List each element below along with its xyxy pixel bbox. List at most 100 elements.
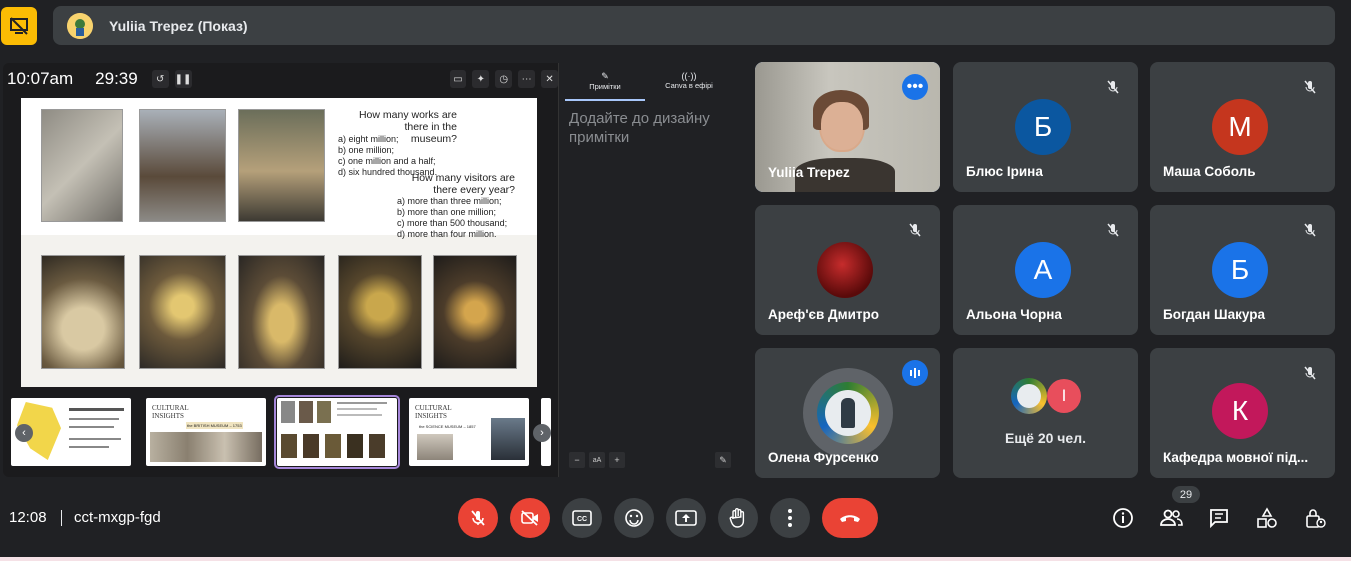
shapes-icon xyxy=(1257,507,1277,528)
broadcast-icon: ((·)) xyxy=(681,71,697,81)
svg-text:CC: CC xyxy=(577,516,587,523)
chat-button[interactable] xyxy=(1206,505,1232,531)
captions-icon: CC xyxy=(572,510,592,526)
chevron-left-icon[interactable]: ‹ xyxy=(15,424,33,442)
presentation-panel: 10:07am 29:39 ↺ ❚❚ ▭ ✦ ◷ ⋯ ✕ How many wo… xyxy=(3,63,739,477)
participant-name: Богдан Шакура xyxy=(1163,307,1265,322)
avatar: Б xyxy=(1015,99,1071,155)
participant-tile[interactable]: Ареф'єв Дмитро xyxy=(755,205,940,335)
options-2: a) more than three million; b) more than… xyxy=(397,196,508,239)
hang-up-icon xyxy=(840,515,860,522)
presenter-name: Yuliia Trepez (Показ) xyxy=(109,17,248,34)
meeting-details-button[interactable] xyxy=(1110,505,1136,531)
host-controls-button[interactable] xyxy=(1302,505,1328,531)
slide-thumbnail[interactable]: CULTURAL INSIGHTS the SCIENCE MUSEUM – 1… xyxy=(409,398,529,466)
notes-icon: ✎ xyxy=(601,71,609,81)
more-participants-label: Ещё 20 чел. xyxy=(1005,430,1086,446)
mic-off-icon xyxy=(1102,76,1124,98)
presentation-mode-icon[interactable] xyxy=(1,7,37,45)
thumb-subtitle: the BRITISH MUSEUM – 1753 xyxy=(186,422,243,429)
slide-photo xyxy=(338,255,422,369)
chevron-right-icon[interactable]: › xyxy=(533,424,551,442)
avatar xyxy=(817,242,873,298)
slide-thumbnails: CULTURAL INSIGHTS the BRITISH MUSEUM – 1… xyxy=(11,395,551,469)
decrease-font-icon[interactable]: − xyxy=(569,452,585,468)
slide-photo xyxy=(41,255,125,369)
participant-tile[interactable]: Б Блюс Ірина xyxy=(953,62,1138,192)
camera-off-icon xyxy=(521,510,538,526)
thumb-subtitle: the SCIENCE MUSEUM – 1857 xyxy=(419,424,476,429)
lock-person-icon xyxy=(1306,509,1326,528)
avatar: Б xyxy=(1212,242,1268,298)
info-icon xyxy=(1113,508,1133,528)
pause-icon[interactable]: ❚❚ xyxy=(174,70,192,88)
avatar: М xyxy=(1212,99,1268,155)
presenter-bar[interactable]: Yuliia Trepez (Показ) xyxy=(53,6,1335,45)
magic-icon[interactable]: ✦ xyxy=(472,70,490,88)
increase-font-icon[interactable]: + xyxy=(609,452,625,468)
participant-tile[interactable]: Б Богдан Шакура xyxy=(1150,205,1335,335)
camera-toggle-button[interactable] xyxy=(510,498,550,538)
more-options-icon[interactable]: ••• xyxy=(902,74,928,100)
reactions-button[interactable] xyxy=(614,498,654,538)
keyboard-icon[interactable]: ▭ xyxy=(449,70,467,88)
mic-off-icon xyxy=(1102,219,1124,241)
font-size-button[interactable]: aA xyxy=(589,452,605,468)
avatar: I xyxy=(1047,379,1081,413)
mic-off-icon xyxy=(471,510,485,526)
thumb-title: CULTURAL INSIGHTS xyxy=(152,404,189,420)
mic-off-icon xyxy=(1299,362,1321,384)
participant-name: Yuliia Trepez xyxy=(768,165,850,180)
divider xyxy=(61,510,62,526)
more-vert-icon xyxy=(788,509,792,527)
stopwatch-icon[interactable]: ◷ xyxy=(495,70,513,88)
mic-off-icon xyxy=(904,219,926,241)
raise-hand-button[interactable] xyxy=(718,498,758,538)
mic-off-icon xyxy=(1299,76,1321,98)
captions-button[interactable]: CC xyxy=(562,498,602,538)
current-slide: How many works are there in the museum? … xyxy=(21,98,537,387)
participant-name: Ареф'єв Дмитро xyxy=(768,307,880,322)
participant-name: Альона Чорна xyxy=(966,307,1062,322)
participant-tile[interactable]: М Маша Соболь xyxy=(1150,62,1335,192)
notes-panel: ✎ Примітки ((·)) Canva в ефірі Додайте д… xyxy=(558,63,739,477)
current-time: 10:07am xyxy=(7,69,74,88)
tab-canva-live[interactable]: ((·)) Canva в ефірі xyxy=(649,71,729,90)
participant-name: Маша Соболь xyxy=(1163,164,1256,179)
participant-count-badge: 29 xyxy=(1172,486,1200,503)
participant-name: Олена Фурсенко xyxy=(768,450,879,465)
more-participants-tile[interactable]: I Ещё 20 чел. xyxy=(953,348,1138,478)
speaking-indicator-icon xyxy=(902,360,928,386)
meeting-code: cct-mxgp-fgd xyxy=(74,509,161,526)
mic-toggle-button[interactable] xyxy=(458,498,498,538)
avatar: А xyxy=(1015,242,1071,298)
hand-icon xyxy=(729,508,745,528)
reset-timer-icon[interactable]: ↺ xyxy=(151,70,169,88)
slide-thumbnail[interactable]: CULTURAL INSIGHTS the BRITISH MUSEUM – 1… xyxy=(146,398,266,466)
activities-button[interactable] xyxy=(1254,505,1280,531)
notes-tabs: ✎ Примітки ((·)) Canva в ефірі xyxy=(559,71,739,101)
presenter-toolbar: 10:07am 29:39 ↺ ❚❚ ▭ ✦ ◷ ⋯ ✕ xyxy=(3,63,558,95)
notes-placeholder[interactable]: Додайте до дизайну примітки xyxy=(569,109,729,147)
people-button[interactable] xyxy=(1158,505,1184,531)
chat-icon xyxy=(1210,509,1228,529)
elapsed-timer: 29:39 xyxy=(95,69,138,88)
tab-notes[interactable]: ✎ Примітки xyxy=(565,71,645,101)
question-2: How many visitors are there every year? xyxy=(411,172,515,196)
present-screen-button[interactable] xyxy=(666,498,706,538)
edit-icon[interactable]: ✎ xyxy=(715,452,731,468)
participant-tile[interactable]: А Альона Чорна xyxy=(953,205,1138,335)
slide-photo xyxy=(238,109,325,222)
leave-call-button[interactable] xyxy=(822,498,878,538)
slide-thumbnail-selected[interactable] xyxy=(274,395,400,469)
participant-tile-presenter[interactable]: ••• Yuliia Trepez xyxy=(755,62,940,192)
thumb-title: CULTURAL INSIGHTS xyxy=(415,404,452,420)
participant-name: Блюс Ірина xyxy=(966,164,1043,179)
participant-tile[interactable]: К Кафедра мовної під... xyxy=(1150,348,1335,478)
close-icon[interactable]: ✕ xyxy=(541,70,558,88)
emoji-icon xyxy=(625,509,643,527)
more-options-button[interactable] xyxy=(770,498,810,538)
participant-tile-speaking[interactable]: Олена Фурсенко xyxy=(755,348,940,478)
presenter-avatar xyxy=(67,12,93,39)
more-options-icon[interactable]: ⋯ xyxy=(518,70,536,88)
